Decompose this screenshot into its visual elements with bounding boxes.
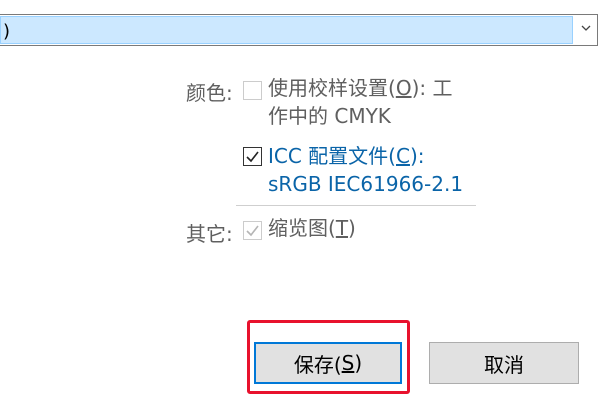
proof-setup-label-line2: 作中的 CMYK bbox=[268, 104, 391, 128]
icc-profile-name: sRGB IEC61966-2.1 bbox=[268, 172, 464, 196]
icc-profile-label: ICC 配置文件(C): bbox=[268, 144, 425, 168]
proof-setup-checkbox[interactable] bbox=[243, 81, 262, 100]
checkmark-icon bbox=[246, 225, 259, 237]
save-dialog: ) 颜色: 使用校样设置(O): 工 作中的 CMYK ICC 配置文件(C):… bbox=[0, 0, 599, 400]
color-label: 颜色: bbox=[186, 81, 233, 105]
save-button[interactable]: 保存(S) bbox=[254, 342, 402, 384]
thumbnail-checkbox[interactable] bbox=[243, 221, 262, 240]
proof-setup-label: 使用校样设置(O): 工 bbox=[268, 76, 453, 100]
format-dropdown[interactable]: ) bbox=[0, 14, 598, 46]
other-label: 其它: bbox=[186, 222, 233, 246]
thumbnail-label: 缩览图(T) bbox=[268, 216, 356, 240]
format-dropdown-value: ) bbox=[3, 21, 11, 42]
format-dropdown-selection: ) bbox=[0, 16, 573, 44]
chevron-down-icon[interactable] bbox=[581, 23, 591, 33]
section-divider bbox=[236, 205, 476, 206]
checkmark-icon bbox=[246, 151, 259, 163]
cancel-button[interactable]: 取消 bbox=[429, 342, 579, 384]
icc-profile-checkbox[interactable] bbox=[243, 147, 262, 166]
